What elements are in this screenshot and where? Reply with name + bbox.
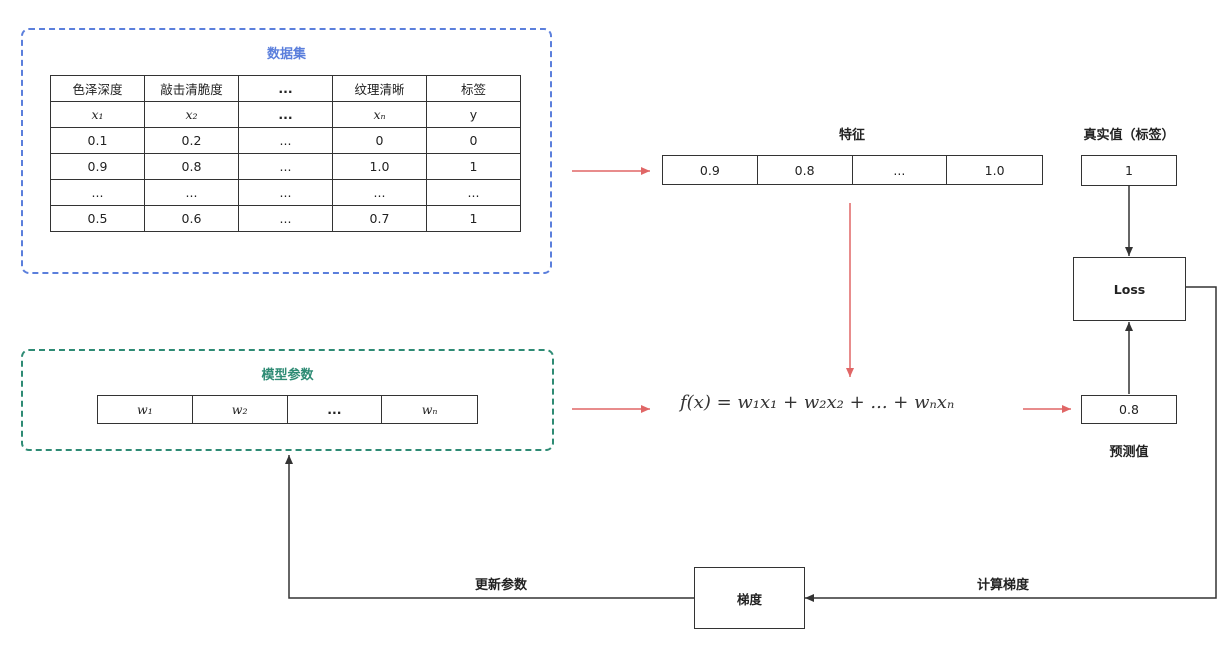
- features-vector: 0.9 0.8 ... 1.0: [662, 155, 1043, 185]
- dataset-title: 数据集: [266, 47, 306, 62]
- table-cell: 1: [426, 153, 521, 180]
- param-cell: ...: [288, 396, 383, 423]
- table-symbol-row: x₁ x₂ ... xₙ y: [50, 101, 521, 128]
- loss-node: Loss: [1073, 257, 1186, 321]
- table-cell: ...: [50, 179, 145, 206]
- header-cell: 敲击清脆度: [144, 75, 239, 102]
- table-cell: ...: [238, 205, 333, 232]
- feature-cell: 0.8: [758, 156, 853, 184]
- table-cell: ...: [238, 127, 333, 154]
- table-row: 0.1 0.2 ... 0 0: [50, 127, 521, 154]
- table-cell: ...: [238, 153, 333, 180]
- symbol-cell: xₙ: [332, 101, 427, 128]
- table-cell: ...: [332, 179, 427, 206]
- header-cell: 标签: [426, 75, 521, 102]
- header-cell: ...: [238, 75, 333, 102]
- prediction-title: 预测值: [1109, 445, 1149, 460]
- table-cell: 1: [426, 205, 521, 232]
- table-cell: 0.8: [144, 153, 239, 180]
- table-cell: ...: [238, 179, 333, 206]
- symbol-cell: x₁: [50, 101, 145, 128]
- update-params-label: 更新参数: [474, 578, 527, 593]
- table-cell: 0.9: [50, 153, 145, 180]
- table-cell: 0: [426, 127, 521, 154]
- compute-gradient-label: 计算梯度: [976, 578, 1029, 593]
- table-cell: 0.1: [50, 127, 145, 154]
- header-cell: 色泽深度: [50, 75, 145, 102]
- table-cell: 0.5: [50, 205, 145, 232]
- table-cell: 1.0: [332, 153, 427, 180]
- table-cell: 0.7: [332, 205, 427, 232]
- param-cell: wₙ: [421, 402, 438, 417]
- dataset-table: 色泽深度 敲击清脆度 ... 纹理清晰 标签 x₁ x₂ ... xₙ y 0.…: [50, 75, 521, 232]
- table-cell: ...: [426, 179, 521, 206]
- table-cell: 0.6: [144, 205, 239, 232]
- gradient-node: 梯度: [694, 567, 805, 629]
- features-title: 特征: [838, 128, 865, 143]
- header-cell: 纹理清晰: [332, 75, 427, 102]
- param-cell: w₁: [98, 396, 193, 423]
- table-row: ... ... ... ... ...: [50, 179, 521, 206]
- true-value-box: 1: [1081, 155, 1177, 186]
- prediction-box: 0.8: [1081, 395, 1177, 424]
- symbol-cell: x₂: [144, 101, 239, 128]
- symbol-cell: ...: [238, 101, 333, 128]
- feature-cell: 0.9: [663, 156, 758, 184]
- true-value-title: 真实值（标签）: [1083, 128, 1175, 143]
- table-header-row: 色泽深度 敲击清脆度 ... 纹理清晰 标签: [50, 75, 521, 102]
- symbol-cell: y: [426, 101, 521, 128]
- table-cell: ...: [144, 179, 239, 206]
- table-cell: 0.2: [144, 127, 239, 154]
- table-row: 0.5 0.6 ... 0.7 1: [50, 205, 521, 232]
- feature-cell: ...: [853, 156, 948, 184]
- table-row: 0.9 0.8 ... 1.0 1: [50, 153, 521, 180]
- model-params-title: 模型参数: [261, 368, 314, 383]
- param-cell: w₂: [193, 396, 288, 423]
- model-formula: f(x) = w₁x₁ + w₂x₂ + ... + wₙxₙ: [680, 392, 955, 413]
- table-cell: 0: [332, 127, 427, 154]
- params-vector: w₁ w₂ ... wₙ: [97, 395, 478, 424]
- feature-cell: 1.0: [984, 162, 1005, 178]
